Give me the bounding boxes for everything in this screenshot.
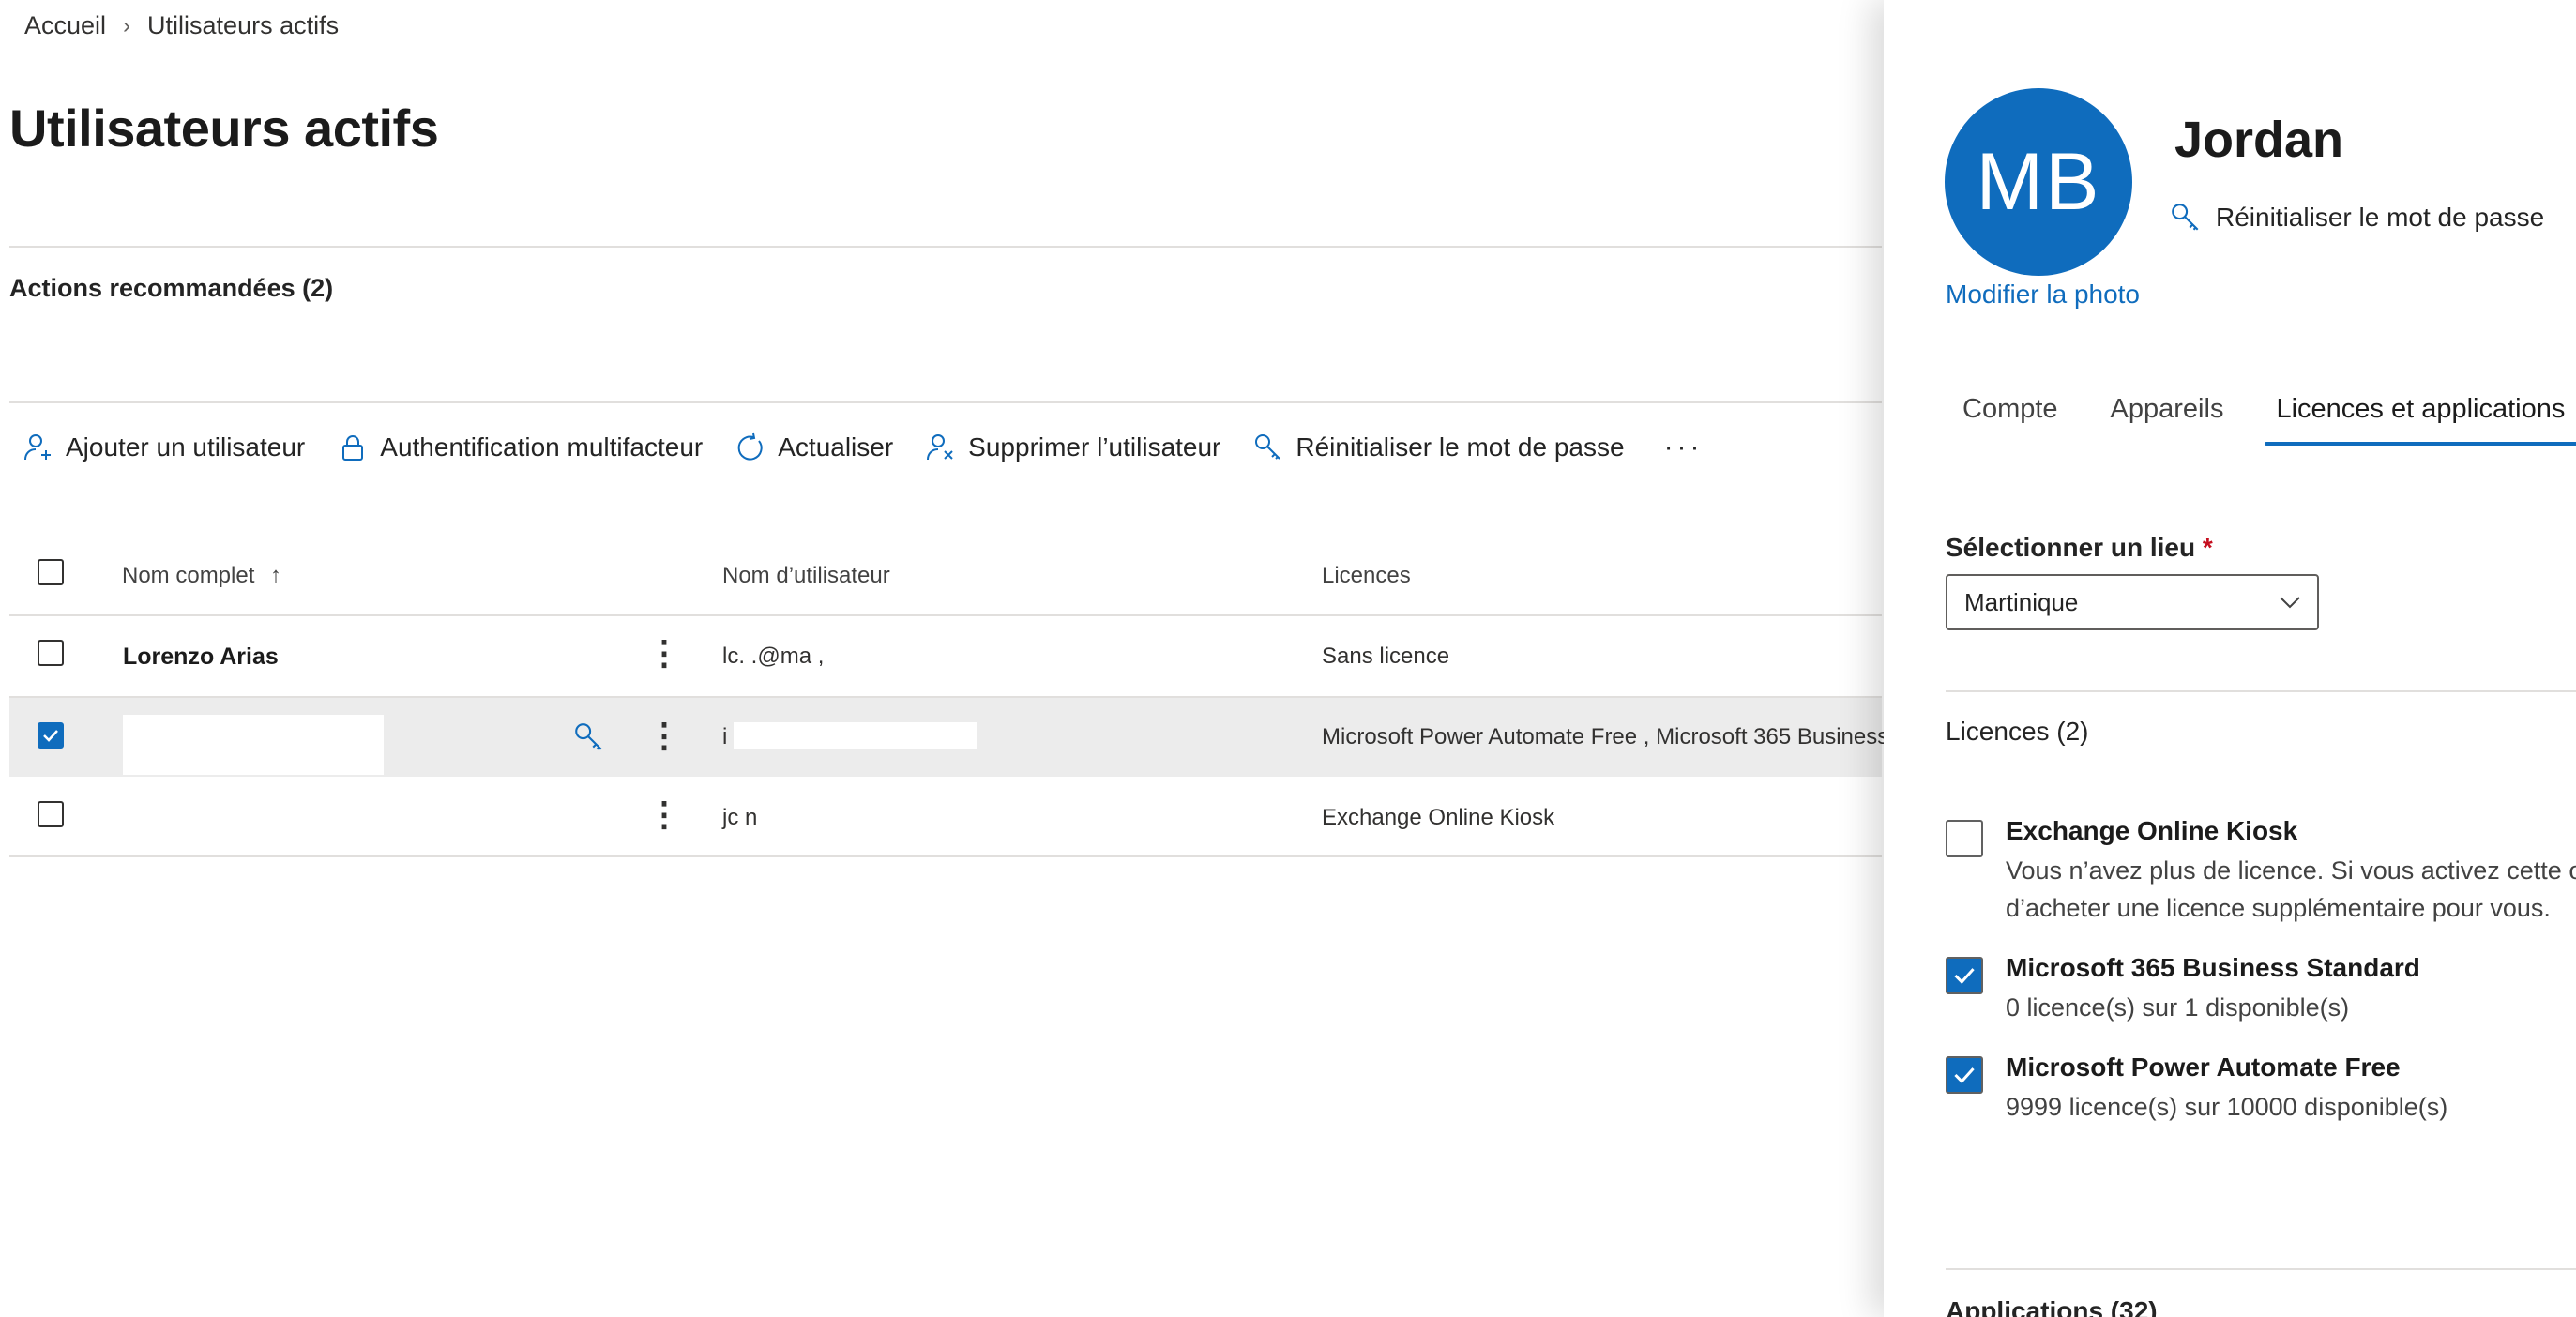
license-item: Microsoft 365 Business Standard 0 licenc…: [1946, 953, 2420, 1026]
location-label: Sélectionner un lieu *: [1946, 533, 2213, 562]
divider: [9, 246, 1882, 248]
divider: [9, 614, 1882, 616]
chevron-right-icon: ›: [123, 12, 131, 38]
license-checkbox-checked[interactable]: [1946, 1056, 1983, 1094]
key-icon: [2172, 204, 2199, 231]
add-user-label: Ajouter un utilisateur: [66, 432, 306, 462]
license-text: Microsoft Power Automate Free 9999 licen…: [2006, 1052, 2447, 1126]
tab-account[interactable]: Compte: [1946, 394, 2075, 446]
cell-username: i: [722, 724, 728, 749]
breadcrumb-home-link[interactable]: Accueil: [24, 11, 106, 40]
breadcrumb-current: Utilisateurs actifs: [147, 11, 340, 39]
tab-devices[interactable]: Appareils: [2094, 394, 2241, 446]
license-name: Microsoft 365 Business Standard: [2006, 953, 2420, 982]
delete-user-button[interactable]: Supprimer l’utilisateur: [925, 431, 1220, 463]
reset-password-button[interactable]: Réinitialiser le mot de passe: [1252, 431, 1625, 463]
license-name: Microsoft Power Automate Free: [2006, 1052, 2401, 1082]
refresh-icon: [737, 432, 763, 461]
cell-licenses: Microsoft Power Automate Free , Microsof…: [1322, 724, 1889, 749]
command-bar: Ajouter un utilisateur Authentification …: [23, 424, 1704, 471]
remove-person-icon: [927, 434, 953, 461]
refresh-label: Actualiser: [778, 432, 894, 462]
license-item: Microsoft Power Automate Free 9999 licen…: [1946, 1052, 2447, 1126]
row-more-actions-icon[interactable]: ⋮: [647, 719, 681, 752]
chevron-down-icon: [2280, 597, 2300, 609]
change-photo-link[interactable]: Modifier la photo: [1946, 280, 2140, 310]
avatar: MB: [1945, 88, 2132, 276]
mfa-label: Authentification multifacteur: [380, 432, 704, 462]
divider: [9, 401, 1882, 403]
checkmark-icon: [1954, 968, 1975, 984]
column-header-licenses[interactable]: Licences: [1322, 563, 1411, 589]
row-checkbox-checked[interactable]: [38, 722, 64, 749]
required-indicator: *: [2202, 533, 2213, 562]
license-checkbox[interactable]: [1946, 820, 1983, 857]
table-row[interactable]: ⋮ i Microsoft Power Automate Free , Micr…: [0, 698, 1888, 777]
user-details-panel: MB Jordan Réinitialiser le mot de passe …: [1884, 0, 2576, 1317]
page-title: Utilisateurs actifs: [9, 98, 439, 158]
mfa-button[interactable]: Authentification multifacteur: [337, 431, 703, 463]
column-header-full-name-label: Nom complet: [122, 563, 255, 588]
checkmark-icon: [43, 730, 58, 742]
license-availability: 0 licence(s) sur 1 disponible(s): [2006, 993, 2350, 1022]
cell-licenses: Exchange Online Kiosk: [1322, 805, 1555, 830]
row-more-actions-icon[interactable]: ⋮: [647, 797, 681, 831]
cell-full-name[interactable]: Lorenzo Arias: [123, 643, 279, 671]
license-text: Microsoft 365 Business Standard 0 licenc…: [2006, 953, 2420, 1026]
row-more-actions-icon[interactable]: ⋮: [647, 636, 681, 670]
license-availability: 9999 licence(s) sur 10000 disponible(s): [2006, 1093, 2448, 1121]
license-description: Vous n’avez plus de licence. Si vous act…: [2006, 856, 2576, 922]
license-name: Exchange Online Kiosk: [2006, 816, 2298, 845]
licenses-section-title: Licences (2): [1946, 717, 2089, 746]
key-icon[interactable]: [572, 720, 606, 754]
column-header-full-name[interactable]: Nom complet ↑: [122, 563, 281, 589]
key-icon: [1255, 434, 1281, 460]
user-display-name: Jordan: [2174, 112, 2344, 168]
delete-user-label: Supprimer l’utilisateur: [968, 432, 1221, 462]
cell-username: lc. .@ma ,: [722, 643, 825, 669]
panel-reset-password-button[interactable]: Réinitialiser le mot de passe: [2169, 201, 2544, 235]
refresh-button[interactable]: Actualiser: [735, 431, 893, 463]
divider: [9, 855, 1882, 857]
table-row[interactable]: ⋮ jc n Exchange Online Kiosk: [0, 779, 1882, 857]
table-row[interactable]: Lorenzo Arias ⋮ lc. .@ma , Sans licence: [0, 617, 1882, 696]
redacted-username: [734, 722, 977, 749]
panel-tabs: Compte Appareils Licences et application…: [1946, 394, 2576, 446]
applications-section-title[interactable]: Applications (32): [1946, 1296, 2158, 1317]
add-person-icon: [24, 434, 51, 461]
license-item: Exchange Online Kiosk Vous n’avez plus d…: [1946, 816, 2576, 927]
divider: [1946, 1268, 2576, 1270]
location-dropdown[interactable]: Martinique: [1946, 574, 2319, 630]
location-selected-value: Martinique: [1964, 587, 2079, 616]
select-all-checkbox[interactable]: [38, 559, 64, 585]
cell-licenses: Sans licence: [1322, 643, 1450, 669]
panel-reset-password-label: Réinitialiser le mot de passe: [2216, 203, 2545, 232]
breadcrumb: Accueil › Utilisateurs actifs: [24, 11, 339, 40]
divider: [1946, 690, 2576, 692]
add-user-button[interactable]: Ajouter un utilisateur: [23, 431, 305, 463]
more-actions-button[interactable]: ···: [1664, 431, 1704, 463]
redacted-name: [123, 715, 384, 775]
sort-ascending-icon: ↑: [270, 563, 282, 588]
row-checkbox[interactable]: [38, 640, 64, 666]
recommended-actions-header[interactable]: Actions recommandées (2): [9, 274, 333, 303]
lock-icon: [342, 435, 364, 461]
reset-password-label: Réinitialiser le mot de passe: [1296, 432, 1625, 462]
checkmark-icon: [1954, 1067, 1975, 1083]
license-checkbox-checked[interactable]: [1946, 957, 1983, 994]
license-text: Exchange Online Kiosk Vous n’avez plus d…: [2006, 816, 2576, 927]
column-header-username[interactable]: Nom d’utilisateur: [722, 563, 890, 589]
cell-username: jc n: [722, 805, 758, 830]
tab-licenses-and-apps[interactable]: Licences et applications: [2259, 394, 2576, 446]
row-checkbox[interactable]: [38, 801, 64, 827]
